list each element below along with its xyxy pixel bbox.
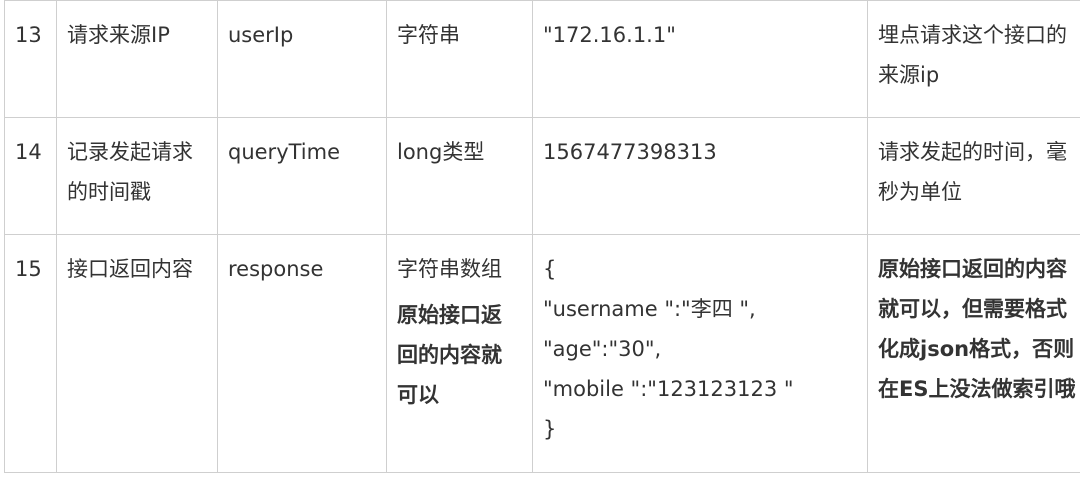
field-label: 记录发起请求的时间戳	[56, 117, 218, 235]
json-line: "mobile ":"123123123 "	[543, 377, 794, 401]
json-line: "age":"30",	[543, 337, 662, 361]
field-type: 字符串数组	[397, 257, 502, 281]
field-description: 埋点请求这个接口的来源ip	[867, 0, 1080, 118]
field-example-cell: { "username ":"李四 ", "age":"30", "mobile…	[532, 234, 868, 473]
field-type: 字符串	[386, 0, 533, 118]
row-number: 15	[4, 234, 57, 473]
field-example: 1567477398313	[532, 117, 868, 235]
field-label: 请求来源IP	[56, 0, 218, 118]
field-type-note: 原始接口返回的内容就可以	[397, 303, 502, 407]
field-key: userIp	[217, 0, 387, 118]
field-type: long类型	[386, 117, 533, 235]
json-line: }	[543, 417, 557, 441]
field-description: 请求发起的时间，毫秒为单位	[867, 117, 1080, 235]
field-example: "172.16.1.1"	[532, 0, 868, 118]
field-label: 接口返回内容	[56, 234, 218, 473]
field-spec-table: 13 请求来源IP userIp 字符串 "172.16.1.1" 埋点请求这个…	[4, 0, 1080, 473]
field-key: queryTime	[217, 117, 387, 235]
json-line: "username ":"李四 ",	[543, 297, 756, 321]
table-row: 14 记录发起请求的时间戳 queryTime long类型 156747739…	[4, 117, 1080, 235]
field-type-cell: 字符串数组 原始接口返回的内容就可以	[386, 234, 533, 473]
field-key: response	[217, 234, 387, 473]
table-row: 15 接口返回内容 response 字符串数组 原始接口返回的内容就可以 { …	[4, 234, 1080, 473]
row-number: 13	[4, 0, 57, 118]
json-line: {	[543, 257, 557, 281]
row-number: 14	[4, 117, 57, 235]
field-description: 原始接口返回的内容就可以，但需要格式化成json格式，否则在ES上没法做索引哦	[867, 234, 1080, 473]
table-row: 13 请求来源IP userIp 字符串 "172.16.1.1" 埋点请求这个…	[4, 0, 1080, 118]
